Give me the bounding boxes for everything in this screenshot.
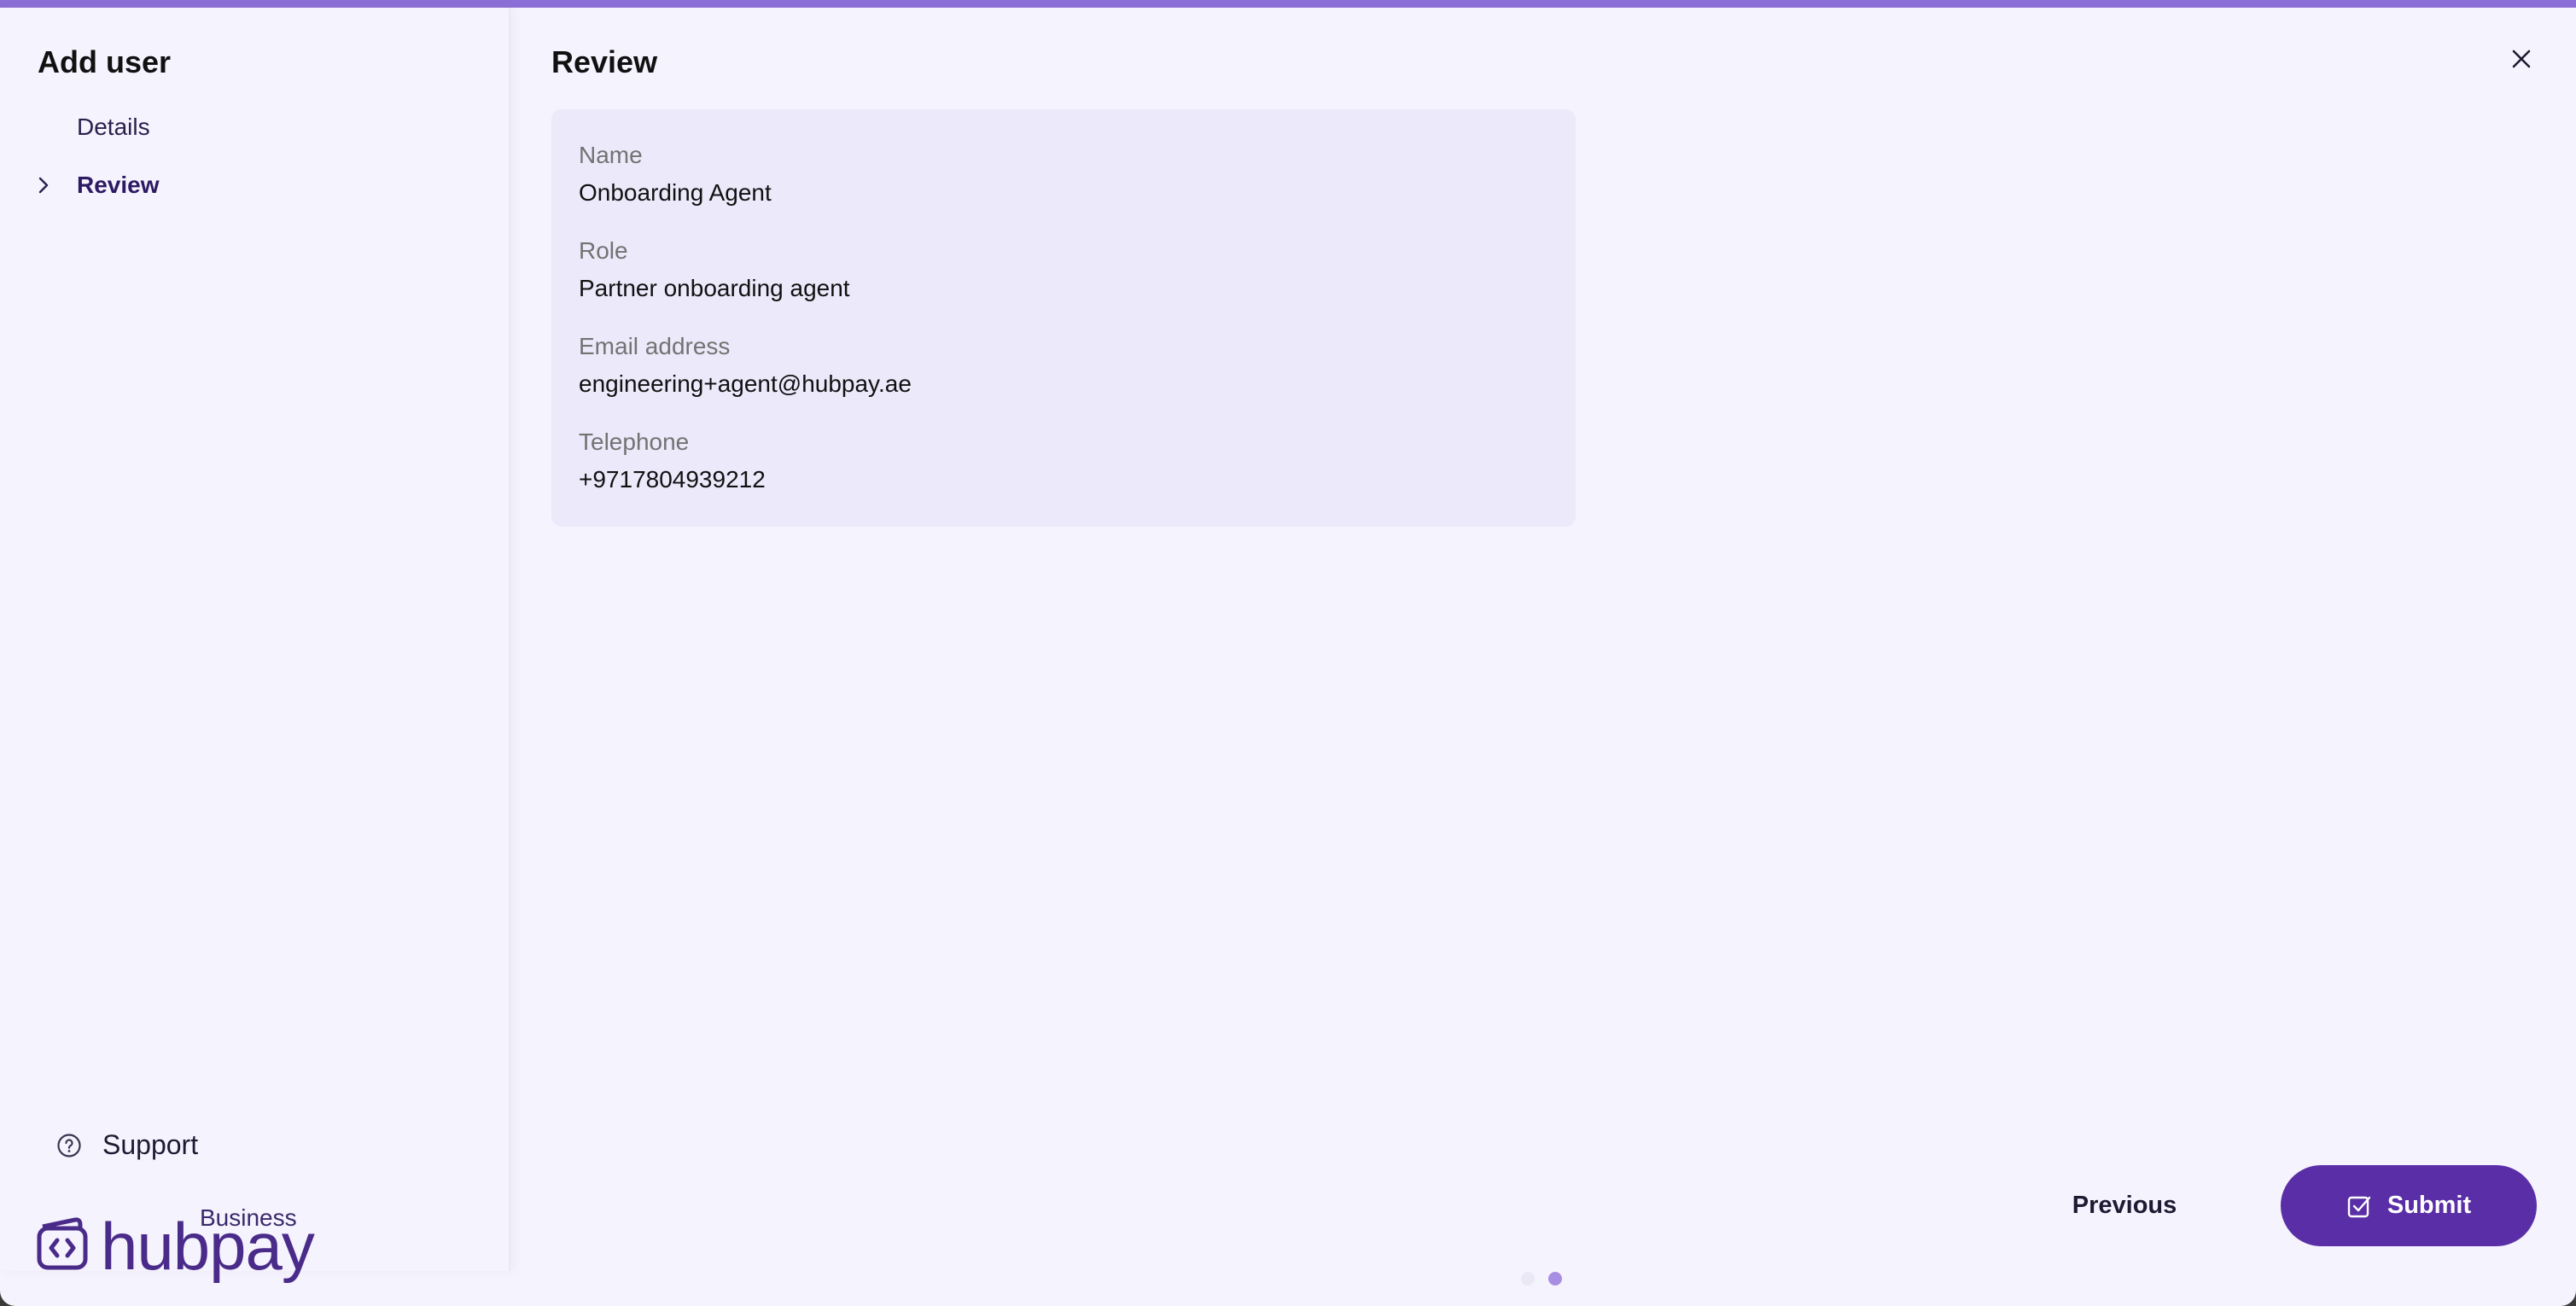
field-label: Name <box>579 142 643 168</box>
field-value: +9717804939212 <box>579 466 766 493</box>
hubpay-logo-mark <box>37 1217 88 1270</box>
field-value: Onboarding Agent <box>579 179 772 206</box>
field-value: engineering+agent@hubpay.ae <box>579 370 912 397</box>
step-dot <box>1521 1272 1535 1286</box>
checkbox-icon <box>2347 1196 2371 1217</box>
logo-wordmark: hubpay <box>101 1209 315 1284</box>
submit-label: Submit <box>2387 1192 2472 1219</box>
support-label: Support <box>102 1129 199 1160</box>
field-email: Email address engineering+agent@hubpay.a… <box>579 333 912 398</box>
sidebar-item-review[interactable]: Review <box>38 172 160 199</box>
previous-button[interactable]: Previous <box>2052 1166 2197 1245</box>
review-summary-card: Name Onboarding Agent Role Partner onboa… <box>551 109 1576 527</box>
field-name: Name Onboarding Agent <box>579 142 772 207</box>
chevron-right-icon <box>38 176 77 195</box>
sidebar-title: Add user <box>38 44 172 79</box>
close-button[interactable] <box>2508 45 2535 73</box>
field-role: Role Partner onboarding agent <box>579 237 850 302</box>
submit-button[interactable]: Submit <box>2281 1165 2537 1246</box>
field-label: Telephone <box>579 429 690 455</box>
step-indicator <box>1521 1272 1576 1286</box>
close-icon <box>2512 50 2531 68</box>
step-dot <box>1548 1272 1562 1286</box>
page-title: Review <box>551 44 658 79</box>
add-user-dialog: Add user Details Review Support Business… <box>0 0 2576 1306</box>
top-accent-bar <box>0 0 2576 8</box>
sidebar-item-label: Details <box>77 114 150 140</box>
field-value: Partner onboarding agent <box>579 275 850 301</box>
help-circle-icon <box>57 1133 81 1157</box>
field-label: Role <box>579 237 628 264</box>
hubpay-logo: Business hubpay <box>36 1204 315 1290</box>
support-link[interactable]: Support <box>56 1129 198 1161</box>
sidebar: Add user Details Review Support Business… <box>0 8 510 1280</box>
field-label: Email address <box>579 333 731 359</box>
field-telephone: Telephone +9717804939212 <box>579 429 766 493</box>
sidebar-item-details[interactable]: Details <box>38 114 150 141</box>
sidebar-item-label: Review <box>77 172 160 198</box>
